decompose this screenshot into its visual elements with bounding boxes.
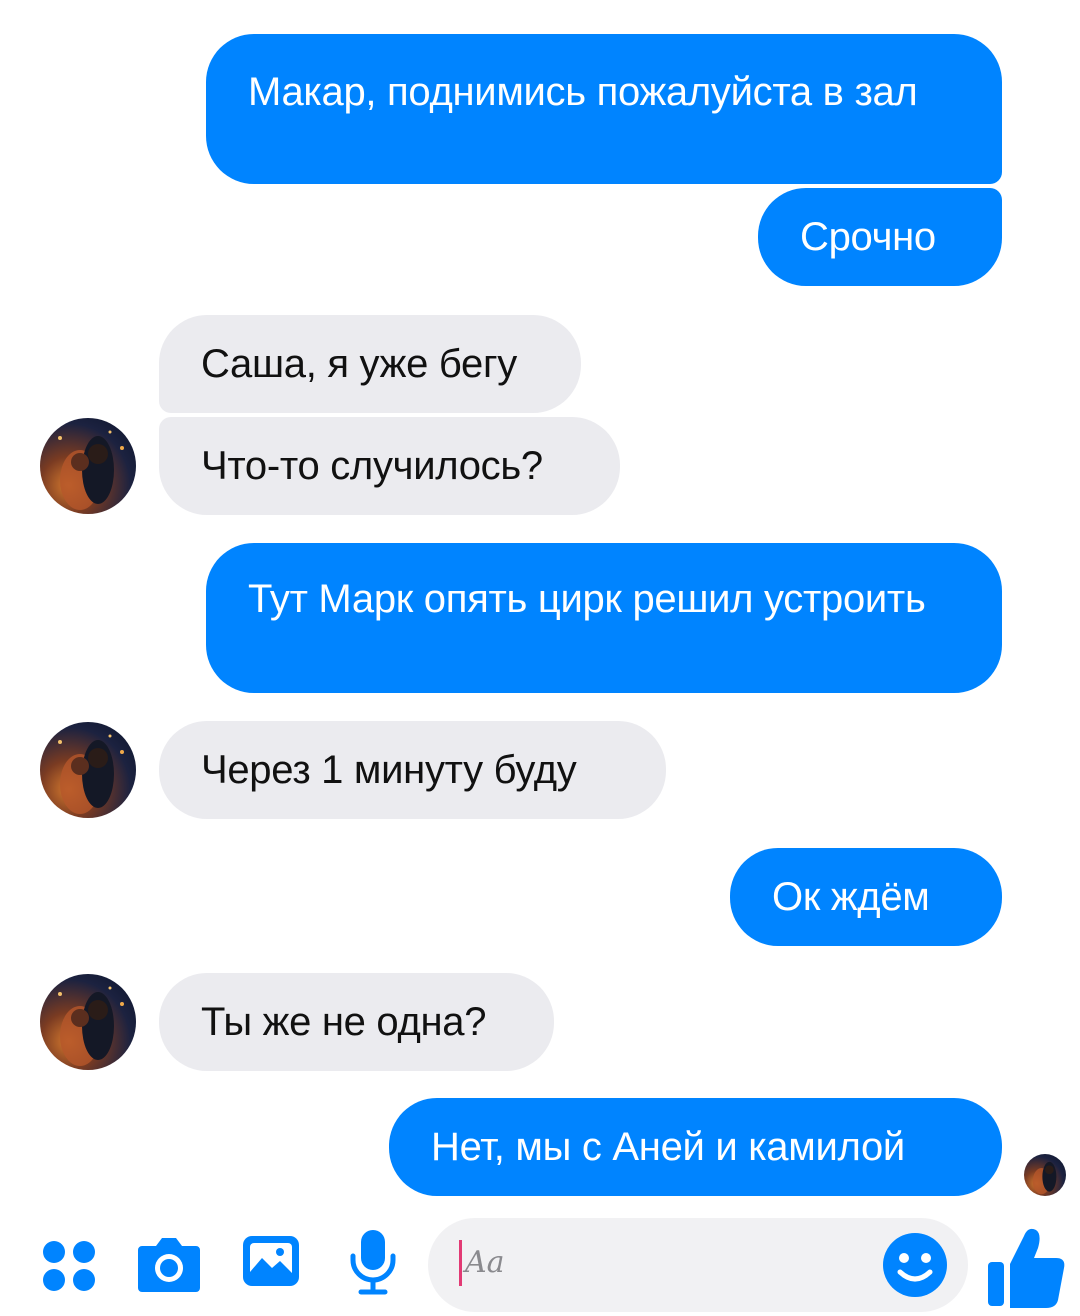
message-text: Ты же не одна?: [201, 1000, 487, 1044]
message-text: Через 1 минуту буду: [201, 748, 577, 792]
message-bubble-outgoing[interactable]: Макар, поднимись пожалуйста в зал: [206, 34, 1002, 184]
message-text: Тут Марк опять цирк решил устроить: [248, 577, 926, 621]
contact-avatar[interactable]: [40, 974, 136, 1070]
message-text: Саша, я уже бегу: [201, 342, 517, 386]
message-bubble-incoming[interactable]: Что-то случилось?: [159, 417, 620, 515]
emoji-icon[interactable]: [880, 1230, 950, 1300]
text-cursor: [459, 1240, 462, 1286]
camera-icon[interactable]: [134, 1228, 204, 1298]
message-bubble-outgoing[interactable]: Срочно: [758, 188, 1002, 286]
message-bubble-outgoing[interactable]: Нет, мы с Аней и камилой: [389, 1098, 1002, 1196]
read-receipt-avatar: [1024, 1154, 1066, 1196]
message-text: Макар, поднимись пожалуйста в зал: [248, 70, 918, 114]
gallery-icon[interactable]: [238, 1228, 304, 1294]
microphone-icon[interactable]: [345, 1226, 401, 1298]
message-bubble-incoming[interactable]: Саша, я уже бегу: [159, 315, 581, 413]
message-text: Ок ждём: [772, 875, 930, 919]
message-bubble-incoming[interactable]: Ты же не одна?: [159, 973, 554, 1071]
contact-avatar[interactable]: [40, 722, 136, 818]
message-text: Что-то случилось?: [201, 444, 543, 488]
message-bubble-incoming[interactable]: Через 1 минуту буду: [159, 721, 666, 819]
like-thumb-icon[interactable]: [984, 1222, 1068, 1310]
menu-dots-icon[interactable]: [38, 1232, 102, 1296]
message-text: Нет, мы с Аней и камилой: [431, 1125, 905, 1169]
message-bubble-outgoing[interactable]: Тут Марк опять цирк решил устроить: [206, 543, 1002, 693]
message-bubble-outgoing[interactable]: Ок ждём: [730, 848, 1002, 946]
contact-avatar[interactable]: [40, 418, 136, 514]
message-input-placeholder: Aa: [465, 1245, 505, 1280]
message-text: Срочно: [800, 215, 936, 259]
